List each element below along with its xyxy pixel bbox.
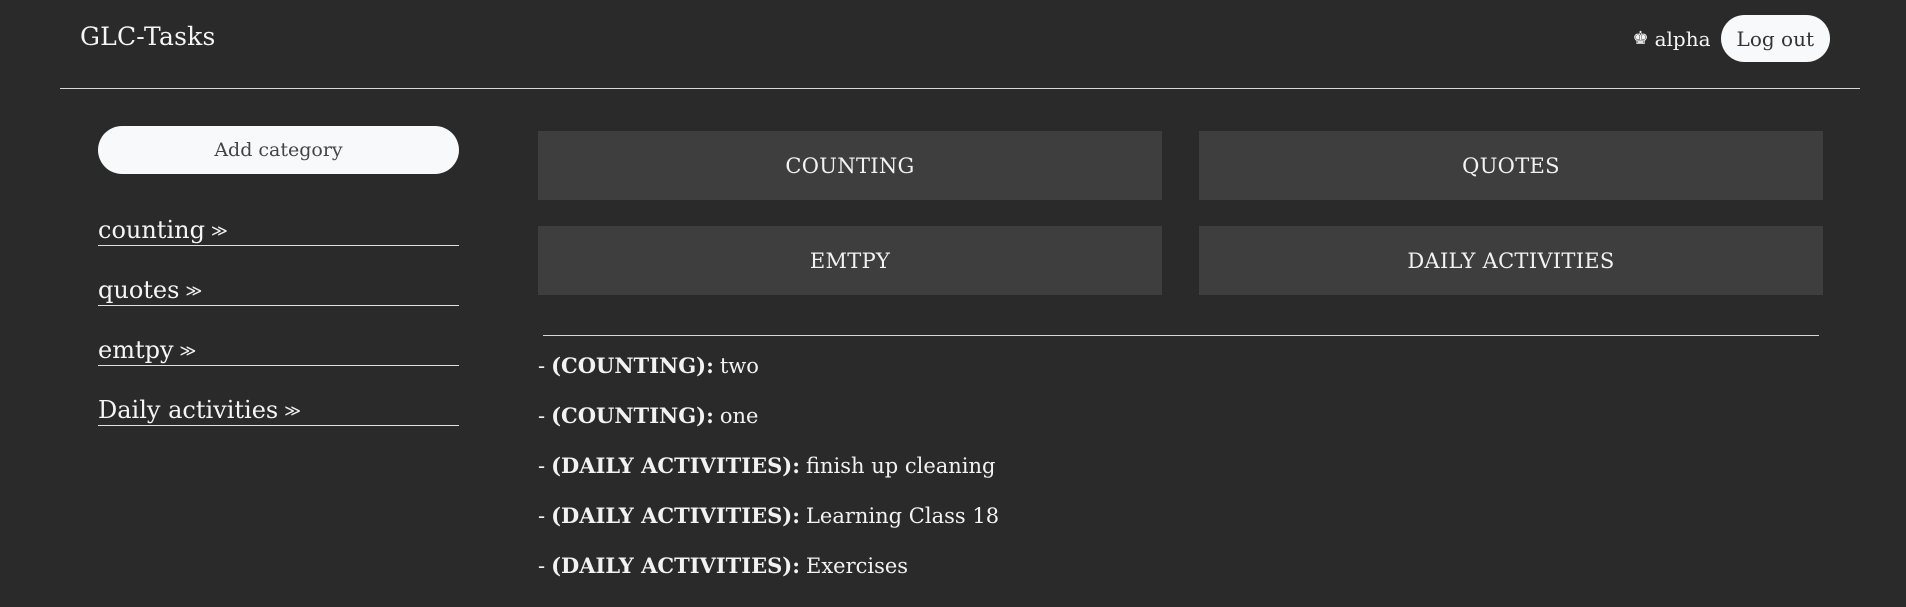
logout-button[interactable]: Log out xyxy=(1720,15,1830,62)
task-category: (DAILY ACTIVITIES): xyxy=(551,453,800,478)
task-dash: - xyxy=(538,404,546,428)
user-display: ♚ alpha xyxy=(1632,27,1710,51)
chevron-right-icon: ≫ xyxy=(210,221,228,240)
task-text: Learning Class 18 xyxy=(805,504,1000,528)
sidebar-item-daily-activities[interactable]: Daily activities ≫ xyxy=(98,384,459,426)
user-area: ♚ alpha Log out xyxy=(1632,15,1830,62)
header: GLC-Tasks ♚ alpha Log out xyxy=(60,0,1860,89)
list-item: - (DAILY ACTIVITIES): Learning Class 18 xyxy=(538,502,1824,552)
category-list: counting ≫ quotes ≫ emtpy ≫ Daily activi… xyxy=(98,204,459,426)
task-category: (COUNTING): xyxy=(551,353,714,378)
sidebar: Add category counting ≫ quotes ≫ emtpy ≫… xyxy=(98,126,459,444)
task-text: finish up cleaning xyxy=(805,454,996,478)
chevron-right-icon: ≫ xyxy=(284,401,301,420)
add-category-button[interactable]: Add category xyxy=(98,126,459,174)
sidebar-item-label: emtpy xyxy=(98,336,174,364)
task-category: (DAILY ACTIVITIES): xyxy=(551,553,800,578)
list-item: - (COUNTING): one xyxy=(538,402,1824,452)
task-category: (DAILY ACTIVITIES): xyxy=(551,503,800,528)
sidebar-item-label: Daily activities xyxy=(98,396,279,424)
task-text: two xyxy=(719,354,759,378)
chevron-right-icon: ≫ xyxy=(179,341,197,360)
sidebar-item-label: counting xyxy=(98,216,205,244)
task-dash: - xyxy=(538,354,546,378)
tile-emtpy[interactable]: EMTPY xyxy=(538,226,1162,295)
task-text: Exercises xyxy=(805,554,909,578)
task-list: - (COUNTING): two - (COUNTING): one - (DAILY … xyxy=(538,352,1824,602)
tile-quotes[interactable]: QUOTES xyxy=(1199,131,1823,200)
task-text: one xyxy=(719,404,759,428)
list-item: - (DAILY ACTIVITIES): finish up cleaning xyxy=(538,452,1824,502)
sidebar-item-counting[interactable]: counting ≫ xyxy=(98,204,459,246)
category-tiles: COUNTING QUOTES EMTPY DAILY ACTIVITIES xyxy=(538,131,1824,295)
task-dash: - xyxy=(538,454,546,478)
sidebar-item-quotes[interactable]: quotes ≫ xyxy=(98,264,459,306)
tile-daily-activities[interactable]: DAILY ACTIVITIES xyxy=(1199,226,1823,295)
tile-counting[interactable]: COUNTING xyxy=(538,131,1162,200)
list-item: - (COUNTING): two xyxy=(538,352,1824,402)
crown-icon: ♚ xyxy=(1632,28,1649,49)
task-category: (COUNTING): xyxy=(551,403,714,428)
task-dash: - xyxy=(538,554,546,578)
chevron-right-icon: ≫ xyxy=(185,281,203,300)
page: GLC-Tasks ♚ alpha Log out Add category c… xyxy=(0,0,1906,607)
divider xyxy=(543,335,1819,336)
sidebar-item-label: quotes xyxy=(98,276,180,304)
sidebar-item-emtpy[interactable]: emtpy ≫ xyxy=(98,324,459,366)
main-content: COUNTING QUOTES EMTPY DAILY ACTIVITIES -… xyxy=(538,131,1824,602)
brand-title[interactable]: GLC-Tasks xyxy=(80,22,216,51)
task-dash: - xyxy=(538,504,546,528)
username: alpha xyxy=(1654,26,1711,51)
list-item: - (DAILY ACTIVITIES): Exercises xyxy=(538,552,1824,602)
